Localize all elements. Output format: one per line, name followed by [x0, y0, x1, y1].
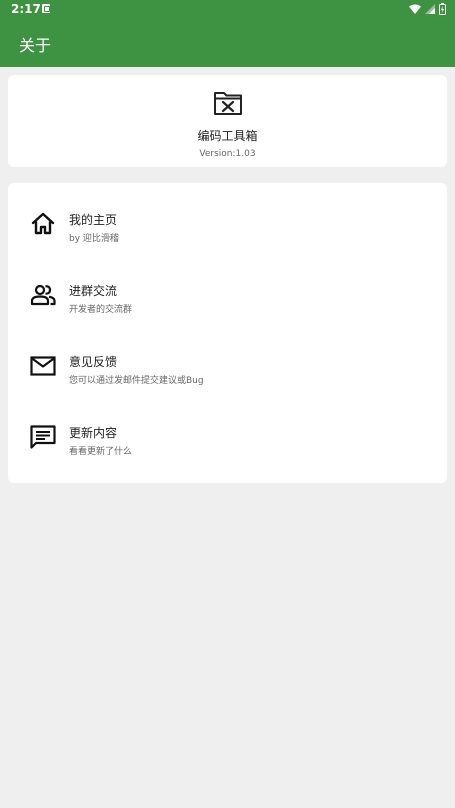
status-icons	[409, 3, 446, 15]
message-icon	[30, 425, 56, 449]
menu-item-feedback[interactable]: 意见反馈 您可以通过发邮件提交建议或Bug	[8, 325, 447, 396]
notification-icon	[42, 4, 50, 13]
status-time: 2:17	[11, 2, 41, 16]
menu-item-subtitle: 开发者的交流群	[69, 305, 133, 315]
menu-item-subtitle: 您可以通过发邮件提交建议或Bug	[69, 376, 204, 386]
menu-item-title: 意见反馈	[69, 355, 118, 369]
menu-item-title: 更新内容	[69, 426, 118, 440]
signal-icon	[425, 4, 435, 14]
app-name: 编码工具箱	[197, 129, 258, 143]
menu-item-homepage[interactable]: 我的主页 by 迎比滑稽	[8, 183, 447, 254]
toolbox-folder-icon	[214, 92, 242, 115]
app-version: Version:1.03	[199, 149, 256, 159]
people-icon	[30, 284, 56, 306]
menu-item-subtitle: by 迎比滑稽	[69, 234, 119, 244]
home-icon	[31, 212, 55, 235]
menu-item-title: 我的主页	[69, 213, 118, 227]
wifi-icon	[409, 4, 421, 14]
menu-item-changelog[interactable]: 更新内容 看看更新了什么	[8, 396, 447, 467]
app-header: 2:17 关于	[0, 0, 455, 67]
battery-icon	[439, 3, 446, 15]
about-card: 编码工具箱 Version:1.03	[8, 75, 447, 167]
menu-card: 我的主页 by 迎比滑稽 进群交流 开发者的交流群 意见反馈 您可以通过发邮件提…	[8, 183, 447, 483]
menu-item-subtitle: 看看更新了什么	[69, 447, 133, 457]
status-bar: 2:17	[0, 0, 455, 20]
page-title: 关于	[19, 36, 52, 55]
menu-item-group-chat[interactable]: 进群交流 开发者的交流群	[8, 254, 447, 325]
mail-icon	[30, 356, 56, 376]
menu-item-title: 进群交流	[69, 284, 118, 298]
